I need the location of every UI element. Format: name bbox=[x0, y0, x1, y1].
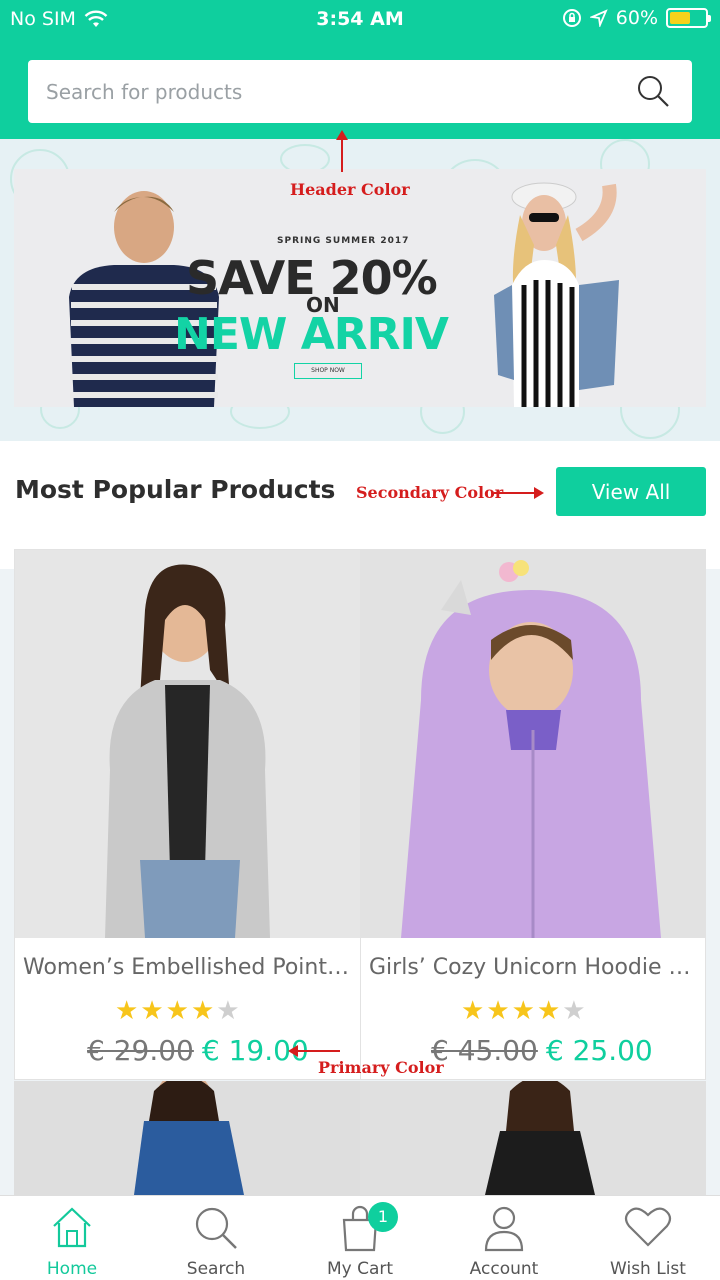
app-header: No SIM 3:54 AM 60% bbox=[0, 0, 720, 139]
product-card[interactable] bbox=[360, 1081, 706, 1195]
rotation-lock-icon bbox=[562, 9, 581, 27]
tab-home[interactable]: Home bbox=[0, 1196, 144, 1280]
secondary-color-annotation: Secondary Color bbox=[356, 483, 504, 502]
location-icon bbox=[589, 9, 608, 27]
annotation-arrow-left bbox=[288, 1045, 340, 1057]
search-input[interactable] bbox=[46, 60, 626, 123]
search-icon[interactable] bbox=[636, 74, 670, 108]
tab-label: Wish List bbox=[610, 1259, 686, 1279]
account-icon bbox=[484, 1206, 524, 1252]
battery-percent: 60% bbox=[615, 7, 658, 29]
product-image[interactable] bbox=[15, 550, 360, 938]
product-price: € 29.00 € 19.00 bbox=[87, 1034, 309, 1067]
header-color-annotation: Header Color bbox=[290, 180, 410, 199]
tab-label: Account bbox=[469, 1259, 539, 1279]
tab-label: Home bbox=[46, 1259, 98, 1279]
product-image[interactable] bbox=[361, 550, 705, 938]
section-title: Most Popular Products bbox=[15, 475, 336, 504]
rating-stars: ★★★★★ bbox=[461, 996, 588, 1026]
product-image[interactable] bbox=[14, 1081, 360, 1195]
cart-badge: 1 bbox=[368, 1202, 398, 1232]
battery-icon bbox=[666, 8, 711, 28]
product-image[interactable] bbox=[360, 1081, 706, 1195]
banner-model-woman bbox=[494, 182, 619, 407]
tab-account[interactable]: Account bbox=[432, 1196, 576, 1280]
search-bar[interactable] bbox=[28, 60, 692, 123]
status-bar: No SIM 3:54 AM 60% bbox=[0, 0, 720, 38]
product-price: € 45.00 € 25.00 bbox=[431, 1034, 653, 1067]
heart-icon bbox=[624, 1207, 672, 1247]
banner-subheadline: NEW ARRIV bbox=[174, 309, 449, 360]
home-icon bbox=[53, 1207, 91, 1248]
tab-label: My Cart bbox=[326, 1259, 394, 1279]
search-icon bbox=[195, 1207, 237, 1249]
view-all-button[interactable]: View All bbox=[556, 467, 706, 516]
product-card[interactable]: Women’s Embellished Point… ★★★★★ € 29.00… bbox=[14, 549, 361, 1080]
annotation-arrow-up bbox=[336, 130, 348, 172]
original-price: € 29.00 bbox=[87, 1034, 194, 1067]
rating-stars: ★★★★★ bbox=[115, 996, 242, 1026]
product-card[interactable]: Girls’ Cozy Unicorn Hoodie –… ★★★★★ € 45… bbox=[360, 549, 706, 1080]
tab-my-cart[interactable]: My Cart bbox=[288, 1196, 432, 1280]
product-card[interactable] bbox=[14, 1081, 360, 1195]
sale-price: € 25.00 bbox=[545, 1034, 653, 1067]
annotation-arrow-right bbox=[494, 487, 544, 499]
banner-kicker: SPRING SUMMER 2017 bbox=[277, 236, 410, 246]
tab-wish-list[interactable]: Wish List bbox=[576, 1196, 720, 1280]
primary-color-annotation: Primary Color bbox=[318, 1058, 444, 1077]
bottom-tab-bar: Home Search My Cart Account Wish List 1 bbox=[0, 1195, 720, 1280]
tab-search[interactable]: Search bbox=[144, 1196, 288, 1280]
tab-label: Search bbox=[186, 1259, 246, 1279]
product-grid: Women’s Embellished Point… ★★★★★ € 29.00… bbox=[0, 549, 720, 1195]
shop-now-button[interactable]: SHOP NOW bbox=[294, 363, 362, 379]
original-price: € 45.00 bbox=[431, 1034, 538, 1067]
promo-banner[interactable]: SPRING SUMMER 2017 SAVE 20% ON NEW ARRIV… bbox=[14, 169, 706, 407]
product-name[interactable]: Girls’ Cozy Unicorn Hoodie –… bbox=[369, 955, 699, 980]
product-name[interactable]: Women’s Embellished Point… bbox=[23, 955, 353, 980]
